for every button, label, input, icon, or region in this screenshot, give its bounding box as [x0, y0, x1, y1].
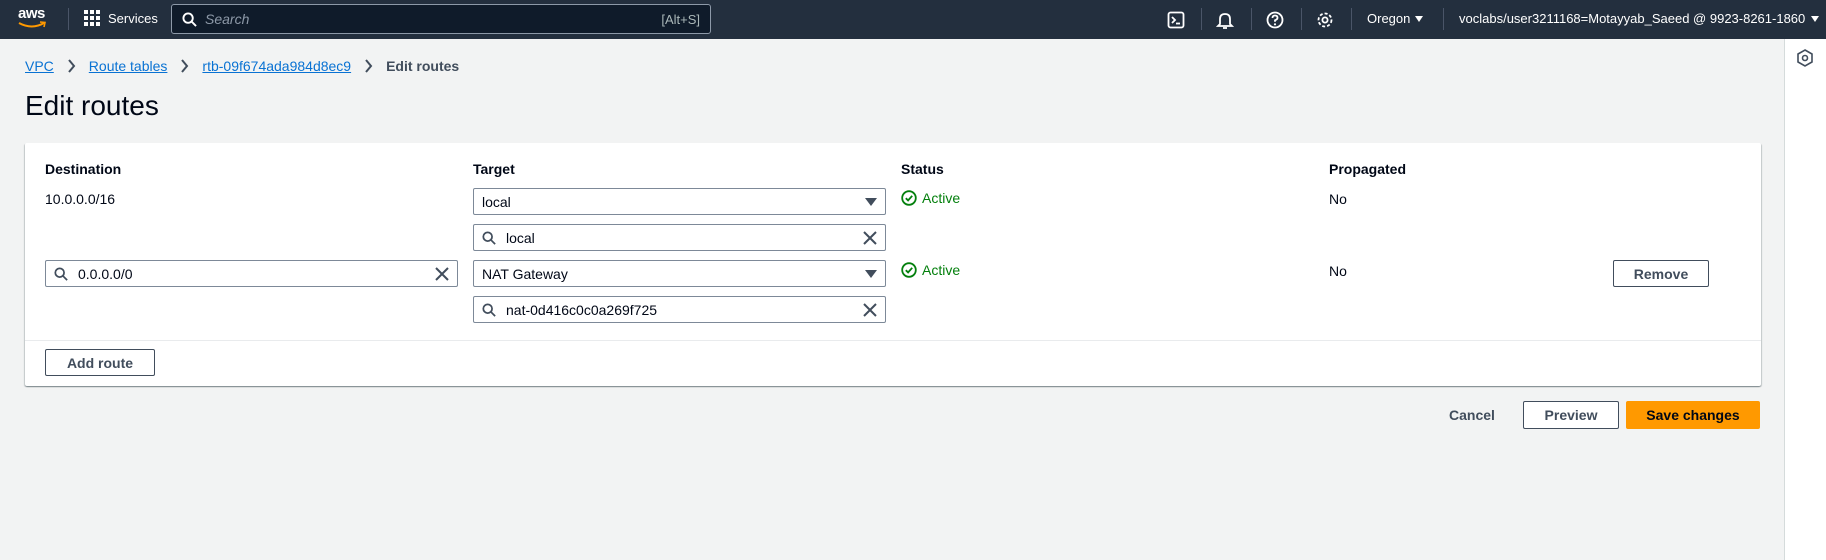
- help-icon[interactable]: [1265, 10, 1285, 30]
- top-navigation: aws Services [Alt+S]: [0, 0, 1826, 39]
- target-type-value: NAT Gateway: [482, 265, 568, 282]
- target-value-input[interactable]: nat-0d416c0c0a269f725: [473, 296, 886, 323]
- target-value-text: local: [506, 229, 535, 246]
- account-menu[interactable]: voclabs/user3211168=Motayyab_Saeed @ 992…: [1459, 11, 1820, 26]
- status-text: Active: [922, 262, 961, 278]
- clear-icon[interactable]: [863, 230, 877, 245]
- caret-down-icon: [1811, 15, 1820, 22]
- search-input[interactable]: [205, 11, 662, 27]
- cancel-button[interactable]: Cancel: [1449, 407, 1495, 423]
- region-selector[interactable]: Oregon: [1367, 11, 1424, 26]
- search-icon: [482, 230, 496, 245]
- target-type-select[interactable]: NAT Gateway: [473, 260, 886, 287]
- target-value-text: nat-0d416c0c0a269f725: [506, 301, 658, 318]
- breadcrumb-route-tables[interactable]: Route tables: [89, 58, 168, 74]
- caret-down-icon: [1415, 15, 1424, 22]
- status-indicator: Active: [901, 262, 960, 278]
- target-type-value: local: [482, 193, 511, 210]
- right-tools-rail: [1784, 39, 1826, 560]
- column-header-propagated: Propagated: [1329, 161, 1407, 177]
- status-indicator: Active: [901, 190, 960, 206]
- grid-icon: [84, 10, 100, 26]
- chevron-right-icon: [180, 59, 189, 73]
- destination-value: 0.0.0.0/0: [78, 265, 133, 282]
- global-search[interactable]: [Alt+S]: [171, 4, 711, 34]
- chevron-right-icon: [67, 59, 76, 73]
- add-route-button[interactable]: Add route: [45, 349, 155, 376]
- route-destination-static: 10.0.0.0/16: [45, 191, 116, 207]
- column-header-destination: Destination: [45, 161, 122, 177]
- propagated-value: No: [1329, 191, 1347, 207]
- search-icon: [482, 302, 496, 317]
- smile-icon: [18, 21, 46, 28]
- caret-down-icon: [865, 269, 877, 278]
- services-label: Services: [108, 10, 158, 26]
- account-label: voclabs/user3211168=Motayyab_Saeed @ 992…: [1459, 11, 1806, 26]
- destination-input[interactable]: 0.0.0.0/0: [45, 260, 458, 287]
- column-header-target: Target: [473, 161, 515, 177]
- cloudshell-icon[interactable]: [1166, 10, 1186, 30]
- chevron-right-icon: [364, 59, 373, 73]
- search-icon: [182, 11, 197, 27]
- caret-down-icon: [865, 197, 877, 206]
- clear-icon[interactable]: [863, 302, 877, 317]
- routes-panel: Destination Target Status Propagated 10.…: [25, 143, 1761, 386]
- nav-divider: [1251, 8, 1252, 30]
- column-header-status: Status: [901, 161, 944, 177]
- clear-icon[interactable]: [435, 266, 449, 281]
- target-value-input[interactable]: local: [473, 224, 886, 251]
- aws-logo-text: aws: [18, 5, 45, 22]
- nav-divider: [68, 8, 69, 30]
- target-type-select[interactable]: local: [473, 188, 886, 215]
- remove-route-button[interactable]: Remove: [1613, 260, 1709, 287]
- preview-button[interactable]: Preview: [1523, 401, 1619, 429]
- check-circle-icon: [901, 190, 917, 206]
- search-shortcut: [Alt+S]: [661, 11, 700, 27]
- aws-logo[interactable]: aws: [18, 6, 52, 32]
- bell-icon[interactable]: [1215, 10, 1235, 30]
- breadcrumb-route-table-id[interactable]: rtb-09f674ada984d8ec9: [202, 58, 351, 74]
- nav-divider: [1351, 8, 1352, 30]
- gear-icon[interactable]: [1315, 10, 1335, 30]
- breadcrumb-vpc[interactable]: VPC: [25, 58, 54, 74]
- nav-divider: [1201, 8, 1202, 30]
- info-panel-icon[interactable]: [1797, 49, 1813, 70]
- search-icon: [54, 266, 68, 281]
- region-label: Oregon: [1367, 11, 1411, 26]
- check-circle-icon: [901, 262, 917, 278]
- breadcrumb-current: Edit routes: [386, 58, 460, 74]
- status-text: Active: [922, 190, 961, 206]
- save-changes-button[interactable]: Save changes: [1626, 401, 1760, 429]
- breadcrumb: VPC Route tables rtb-09f674ada984d8ec9 E…: [25, 58, 459, 74]
- nav-divider: [1301, 8, 1302, 30]
- panel-divider: [25, 340, 1761, 341]
- propagated-value: No: [1329, 263, 1347, 279]
- services-menu-button[interactable]: Services: [84, 10, 158, 26]
- nav-divider: [1443, 8, 1444, 30]
- page-title: Edit routes: [25, 90, 159, 121]
